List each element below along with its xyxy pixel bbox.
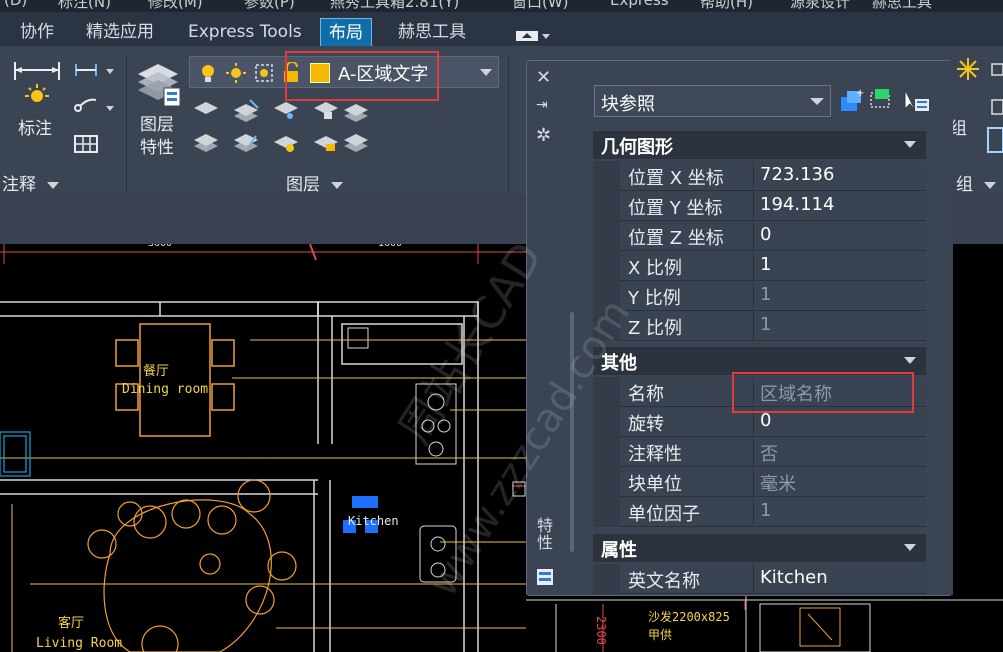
name-value-highlight bbox=[732, 372, 914, 413]
chevron-down-icon bbox=[47, 181, 60, 189]
menu-item[interactable]: 标注(N) bbox=[58, 0, 111, 12]
prop-row-english-name[interactable]: 英文名称 Kitchen bbox=[593, 564, 926, 594]
prop-row-scale-x[interactable]: X 比例 1 bbox=[593, 251, 926, 281]
menu-item[interactable]: 燕秀工具箱2.81(Y) bbox=[330, 0, 459, 12]
auto-hide-icon[interactable]: ⇥ bbox=[536, 97, 548, 113]
living-label-en: Living Room bbox=[36, 636, 123, 651]
chevron-down-icon bbox=[810, 98, 824, 105]
tab-express-tools[interactable]: Express Tools bbox=[180, 18, 310, 46]
prop-row-annotative: 注释性 否 bbox=[593, 437, 926, 467]
prop-row-scale-z: Z 比例 1 bbox=[593, 311, 926, 341]
dimension-text-1600: 1600 bbox=[378, 244, 402, 249]
sofa-label: 沙发2200x825 bbox=[648, 610, 730, 624]
object-type-value: 块参照 bbox=[601, 94, 655, 115]
object-type-dropdown[interactable]: 块参照 bbox=[594, 85, 831, 117]
prop-row-position-z[interactable]: 位置 Z 坐标 0 bbox=[593, 221, 926, 251]
dimension-text-3600: 3600 bbox=[148, 244, 172, 249]
palette-title-strip: ✕ ⇥ ✲ 特性 bbox=[527, 61, 563, 595]
section-geometry[interactable]: 几何图形 bbox=[593, 131, 926, 159]
close-icon[interactable]: ✕ bbox=[536, 67, 551, 88]
layer-properties-label[interactable]: 图层 特性 bbox=[140, 114, 174, 160]
dining-label-cn: 餐厅 bbox=[143, 364, 170, 379]
chevron-down-icon bbox=[984, 181, 997, 189]
dimension-icon[interactable] bbox=[12, 58, 62, 110]
menu-item[interactable]: (D) bbox=[4, 0, 27, 9]
tab-collaborate[interactable]: 协作 bbox=[12, 18, 62, 46]
group-group-title[interactable]: 组 bbox=[956, 170, 997, 195]
chevron-down-icon[interactable] bbox=[480, 69, 492, 76]
menu-item[interactable]: 源泉设计 bbox=[790, 0, 850, 12]
menu-item[interactable]: Express bbox=[610, 0, 669, 9]
annotation-group-title[interactable]: 注释 bbox=[2, 170, 60, 195]
kitchen-label-en[interactable]: Kitchen bbox=[348, 514, 399, 528]
section-attributes[interactable]: 属性 bbox=[593, 534, 926, 562]
annotation-small-tools-icon[interactable] bbox=[72, 60, 116, 160]
chevron-down-icon bbox=[904, 544, 916, 551]
prop-row-position-x[interactable]: 位置 X 坐标 723.136 bbox=[593, 161, 926, 191]
chevron-down-icon bbox=[331, 181, 344, 189]
menu-item[interactable]: 修改(M) bbox=[148, 0, 203, 12]
menu-item[interactable]: 窗口(W) bbox=[512, 0, 569, 12]
tab-featured-apps[interactable]: 精选应用 bbox=[78, 18, 162, 46]
gear-icon[interactable]: ✲ bbox=[536, 125, 551, 146]
chevron-down-icon bbox=[904, 141, 916, 148]
tab-hesi-tools[interactable]: 赫思工具 bbox=[390, 18, 474, 46]
dimension-label[interactable]: 标注 bbox=[18, 114, 52, 139]
menu-item[interactable]: 赫思工具 bbox=[872, 0, 932, 12]
layer-group-title[interactable]: 图层 bbox=[286, 170, 344, 195]
dimension-text-2300: 2300 bbox=[594, 616, 608, 645]
living-label-cn: 客厅 bbox=[58, 616, 85, 631]
svg-text:+: + bbox=[856, 88, 864, 99]
palette-properties-icon[interactable] bbox=[535, 567, 555, 587]
chevron-down-icon bbox=[904, 357, 916, 364]
tab-overflow-icon[interactable] bbox=[514, 28, 552, 44]
palette-title: 特性 bbox=[536, 516, 553, 552]
sofa-sub-label: 甲供 bbox=[648, 628, 673, 642]
prop-row-position-y[interactable]: 位置 Y 坐标 194.114 bbox=[593, 191, 926, 221]
menu-item[interactable]: 帮助(H) bbox=[700, 0, 753, 12]
group-tools-icons[interactable] bbox=[954, 56, 1003, 156]
layer-name-highlight bbox=[285, 51, 439, 101]
layer-tools-icons[interactable] bbox=[190, 96, 370, 160]
palette-toolbar-icons[interactable]: + bbox=[839, 87, 933, 115]
prop-row-block-unit: 块单位 毫米 bbox=[593, 467, 926, 497]
menu-bar: (D) 标注(N) 修改(M) 参数(P) 燕秀工具箱2.81(Y) 窗口(W)… bbox=[0, 0, 1003, 12]
section-misc[interactable]: 其他 bbox=[593, 347, 926, 375]
ribbon-tab-row: 协作 精选应用 Express Tools 布局 赫思工具 bbox=[0, 12, 1003, 46]
prop-row-scale-y: Y 比例 1 bbox=[593, 281, 926, 311]
dining-label-en: Dining room bbox=[122, 382, 209, 397]
layer-properties-icon[interactable] bbox=[134, 58, 182, 110]
tab-layout[interactable]: 布局 bbox=[320, 18, 372, 46]
menu-item[interactable]: 参数(P) bbox=[244, 0, 295, 12]
prop-row-unit-factor: 单位因子 1 bbox=[593, 497, 926, 527]
